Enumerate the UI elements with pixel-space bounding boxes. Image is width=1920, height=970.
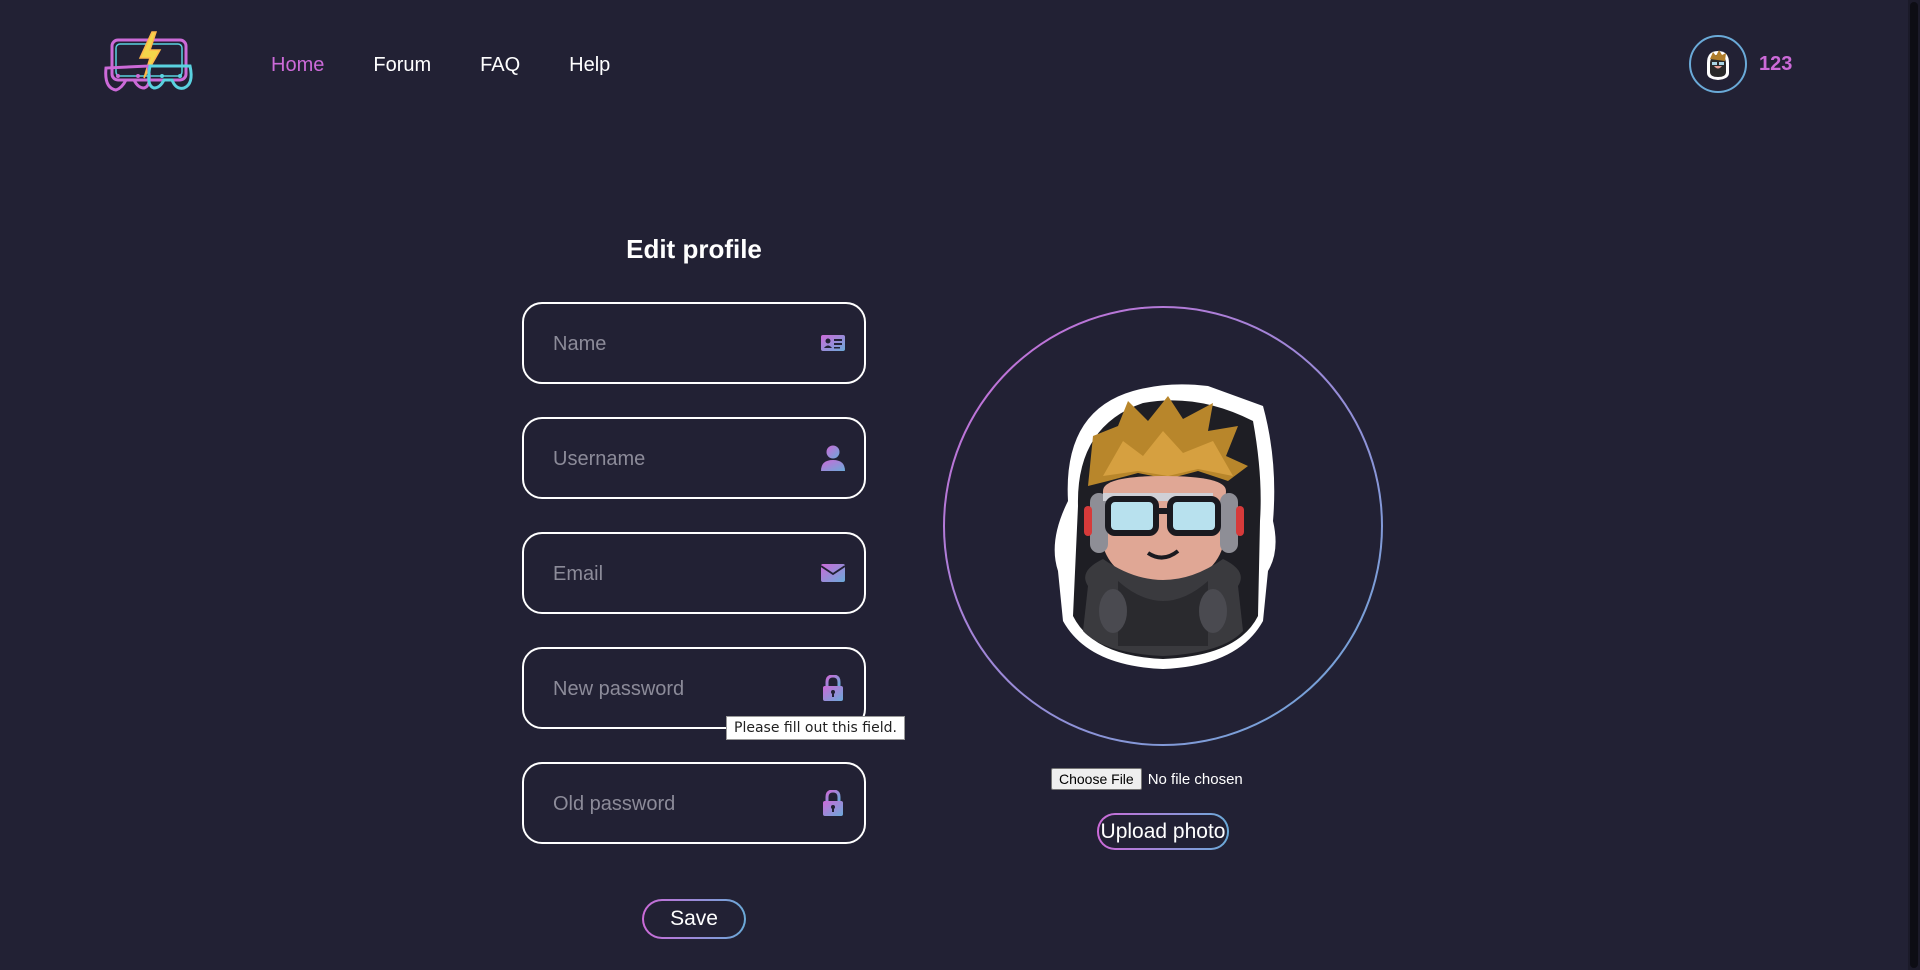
profile-photo-frame (943, 306, 1383, 746)
file-picker: Choose File No file chosen (1051, 768, 1243, 790)
lock-icon (820, 790, 846, 816)
user-points-count: 123 (1759, 52, 1793, 75)
save-button[interactable]: Save (642, 899, 746, 939)
upload-photo-button[interactable]: Upload photo (1097, 813, 1229, 850)
nav-help-link[interactable]: Help (569, 54, 610, 77)
new-password-input[interactable] (551, 671, 805, 707)
top-header: Home Forum FAQ Help 123 (0, 0, 1905, 130)
choose-file-button[interactable]: Choose File (1051, 768, 1142, 790)
username-input[interactable] (551, 441, 805, 477)
old-password-field[interactable] (522, 762, 866, 844)
id-card-icon (820, 330, 846, 356)
gamepad-lightning-logo-icon[interactable] (100, 30, 198, 100)
name-input[interactable] (551, 326, 805, 362)
page-title: Edit profile (626, 234, 762, 264)
user-icon (820, 445, 846, 471)
user-avatar[interactable] (1689, 35, 1747, 93)
file-status-text: No file chosen (1147, 770, 1243, 788)
nav-faq-link[interactable]: FAQ (480, 54, 520, 77)
username-field[interactable] (522, 417, 866, 499)
gamer-avatar-icon (1054, 384, 1276, 669)
nav-home-link[interactable]: Home (271, 54, 324, 77)
envelope-icon (820, 560, 846, 586)
scrollbar-thumb[interactable] (1910, 2, 1918, 968)
old-password-input[interactable] (551, 786, 805, 822)
validation-tooltip: Please fill out this field. (726, 716, 905, 740)
name-field[interactable] (522, 302, 866, 384)
gamer-avatar-icon (1707, 50, 1729, 80)
email-field[interactable] (522, 532, 866, 614)
user-menu[interactable]: 123 (1689, 35, 1792, 93)
lock-icon (820, 675, 846, 701)
page-scrollbar[interactable] (1908, 0, 1920, 970)
main-nav: Home Forum FAQ Help (271, 54, 610, 77)
nav-forum-link[interactable]: Forum (373, 54, 431, 77)
email-input[interactable] (551, 556, 805, 592)
